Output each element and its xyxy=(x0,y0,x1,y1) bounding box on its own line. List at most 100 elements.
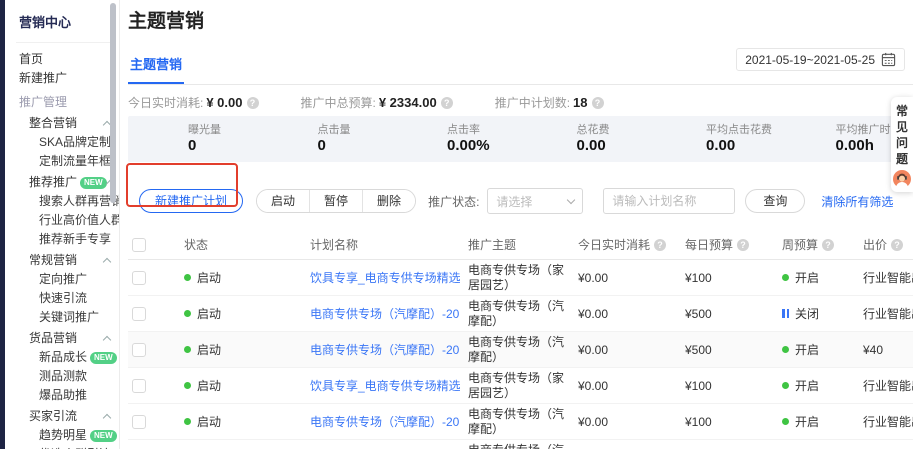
help-icon[interactable] xyxy=(441,97,453,109)
sidebar-item[interactable]: 定向推广 xyxy=(36,270,119,289)
stat-label: 推广中总预算: xyxy=(301,94,376,111)
plan-name-cell: 电商专供专场（汽摩配）-20... xyxy=(304,413,460,430)
sidebar-item[interactable]: 买家引流 xyxy=(26,407,119,426)
plan-name-link[interactable]: 电商专供专场（汽摩配）-20... xyxy=(310,341,460,358)
status-dot-icon xyxy=(184,382,191,389)
page-title: 主题营销 xyxy=(128,10,913,34)
chevron-up-icon xyxy=(103,336,111,344)
help-icon[interactable] xyxy=(737,239,749,251)
faq-widget[interactable]: 常见问题 xyxy=(891,97,913,192)
metric-value: 0.00 xyxy=(706,137,776,154)
column-header: 每日预算 xyxy=(676,236,768,253)
row-checkbox[interactable] xyxy=(132,343,146,357)
status-text: 启动 xyxy=(197,413,221,430)
plan-name-link[interactable]: 饮具专享_电商专供专场精选... xyxy=(310,377,460,394)
theme-text: 电商专供专场（汽摩配） xyxy=(468,335,572,365)
sidebar-item-label: 测品测款 xyxy=(39,367,87,386)
metric-label: 平均点击花费 xyxy=(706,124,776,137)
sidebar-item[interactable]: 行业高价值人群 xyxy=(36,211,119,230)
sidebar-item[interactable]: 优选人群引流 NEW xyxy=(36,445,119,449)
help-icon[interactable] xyxy=(247,97,259,109)
date-range-picker[interactable]: 2021-05-19~2021-05-25 xyxy=(736,48,905,71)
bid-cell: 行业智能出价 xyxy=(850,269,913,286)
sidebar-item[interactable]: 推荐推广 NEW xyxy=(26,173,119,192)
sidebar-item-label: 常规营销 xyxy=(29,251,77,270)
delete-button[interactable]: 删除 xyxy=(362,190,415,212)
sidebar-item-label: 行业高价值人群 xyxy=(39,211,119,230)
metric-item: 点击量 0 xyxy=(258,124,388,154)
row-checkbox[interactable] xyxy=(132,415,146,429)
sidebar-item[interactable]: SKA品牌定制 xyxy=(36,133,119,152)
week-budget-cell: 开启 xyxy=(768,341,850,358)
theme-text: 电商专供专场（家居园艺） xyxy=(468,371,572,401)
sidebar-item[interactable]: 搜索人群再营销 xyxy=(36,192,119,211)
pause-button[interactable]: 暂停 xyxy=(309,190,362,212)
sidebar-item[interactable]: 推荐新手专享 xyxy=(36,230,119,249)
sidebar-item[interactable]: 关键词推广 xyxy=(36,308,119,327)
status-text: 启动 xyxy=(197,305,221,322)
help-icon[interactable] xyxy=(822,239,834,251)
sidebar-item[interactable]: 整合营销 xyxy=(26,114,119,133)
week-on-dot-icon xyxy=(782,274,789,281)
week-budget-cell: 开启 xyxy=(768,269,850,286)
status-select[interactable]: 请选择 xyxy=(487,188,583,214)
bulk-action-group: 启动 暂停 删除 xyxy=(256,189,416,213)
sidebar-item[interactable]: 爆品助推 xyxy=(36,386,119,405)
sidebar-item[interactable]: 新建推广 xyxy=(16,69,119,88)
sidebar-item[interactable]: 首页 xyxy=(16,50,119,69)
table-header-row: 状态 计划名称 推广主题 今日实时消耗 xyxy=(128,230,913,260)
plan-name-link[interactable]: 电商专供专场（汽摩配）-20... xyxy=(310,413,460,430)
plans-table: 状态 计划名称 推广主题 今日实时消耗 xyxy=(128,230,913,449)
table-row: 启动 饮具专享_电商专供专场精选... 电商专供专场（家居园艺） ¥0.00 ¥… xyxy=(128,368,913,404)
plan-name-link[interactable]: 电商专供专场（汽摩配）-20... xyxy=(310,305,460,322)
week-status-text: 开启 xyxy=(795,341,819,358)
metric-value: 0 xyxy=(188,137,258,154)
sidebar-item[interactable]: 测品测款 xyxy=(36,367,119,386)
metric-item: 曝光量 0 xyxy=(128,124,258,154)
column-header-label: 计划名称 xyxy=(310,236,358,253)
sidebar-item[interactable]: 常规营销 xyxy=(26,251,119,270)
new-plan-button[interactable]: 新建推广计划 xyxy=(139,189,243,213)
support-avatar-icon xyxy=(893,170,911,188)
help-icon[interactable] xyxy=(592,97,604,109)
start-button[interactable]: 启动 xyxy=(257,190,309,212)
sidebar-item[interactable]: 推广管理 xyxy=(16,93,119,112)
week-status-text: 关闭 xyxy=(795,305,819,322)
status-cell: 启动 xyxy=(184,413,304,430)
help-icon[interactable] xyxy=(891,239,903,251)
select-all-checkbox[interactable] xyxy=(132,238,146,252)
week-on-dot-icon xyxy=(782,346,789,353)
sidebar-item[interactable]: 快速引流 xyxy=(36,289,119,308)
metric-item: 平均点击花费 0.00 xyxy=(646,124,776,154)
tab-theme-marketing[interactable]: 主题营销 xyxy=(128,54,184,84)
status-cell: 启动 xyxy=(184,341,304,358)
row-checkbox[interactable] xyxy=(132,307,146,321)
clear-filters-link[interactable]: 清除所有筛选 xyxy=(821,193,893,210)
sidebar-item[interactable]: 趋势明星 NEW xyxy=(36,426,119,445)
row-checkbox[interactable] xyxy=(132,379,146,393)
sidebar-item[interactable]: 新品成长 NEW xyxy=(36,348,119,367)
row-checkbox[interactable] xyxy=(132,271,146,285)
sidebar: 营销中心 首页 新建推广 推广管理 xyxy=(5,0,120,449)
sidebar-scrollbar[interactable] xyxy=(110,3,116,203)
plan-name-input[interactable] xyxy=(603,188,735,214)
metric-value: 0 xyxy=(318,137,388,154)
sidebar-item[interactable]: 货品营销 xyxy=(26,329,119,348)
plan-name-link[interactable]: 饮具专享_电商专供专场精选... xyxy=(310,269,460,286)
status-select-placeholder: 请选择 xyxy=(496,193,532,210)
help-icon[interactable] xyxy=(654,239,666,251)
week-status-text: 开启 xyxy=(795,269,819,286)
new-badge: NEW xyxy=(80,177,107,189)
sidebar-item[interactable]: 定制流量年框 xyxy=(36,152,119,171)
date-range-value: 2021-05-19~2021-05-25 xyxy=(745,53,875,67)
metric-value: 0.00% xyxy=(447,137,517,154)
bid-cell: 行业智能出价 xyxy=(850,305,913,322)
column-header-label: 每日预算 xyxy=(685,236,733,253)
row-checkbox-cell xyxy=(128,271,184,285)
status-dot-icon xyxy=(184,346,191,353)
status-cell: 启动 xyxy=(184,269,304,286)
cost-cell: ¥0.00 xyxy=(572,379,676,393)
search-button[interactable]: 查询 xyxy=(745,189,805,213)
sidebar-item-label: 首页 xyxy=(19,50,43,69)
calendar-icon xyxy=(881,52,896,67)
